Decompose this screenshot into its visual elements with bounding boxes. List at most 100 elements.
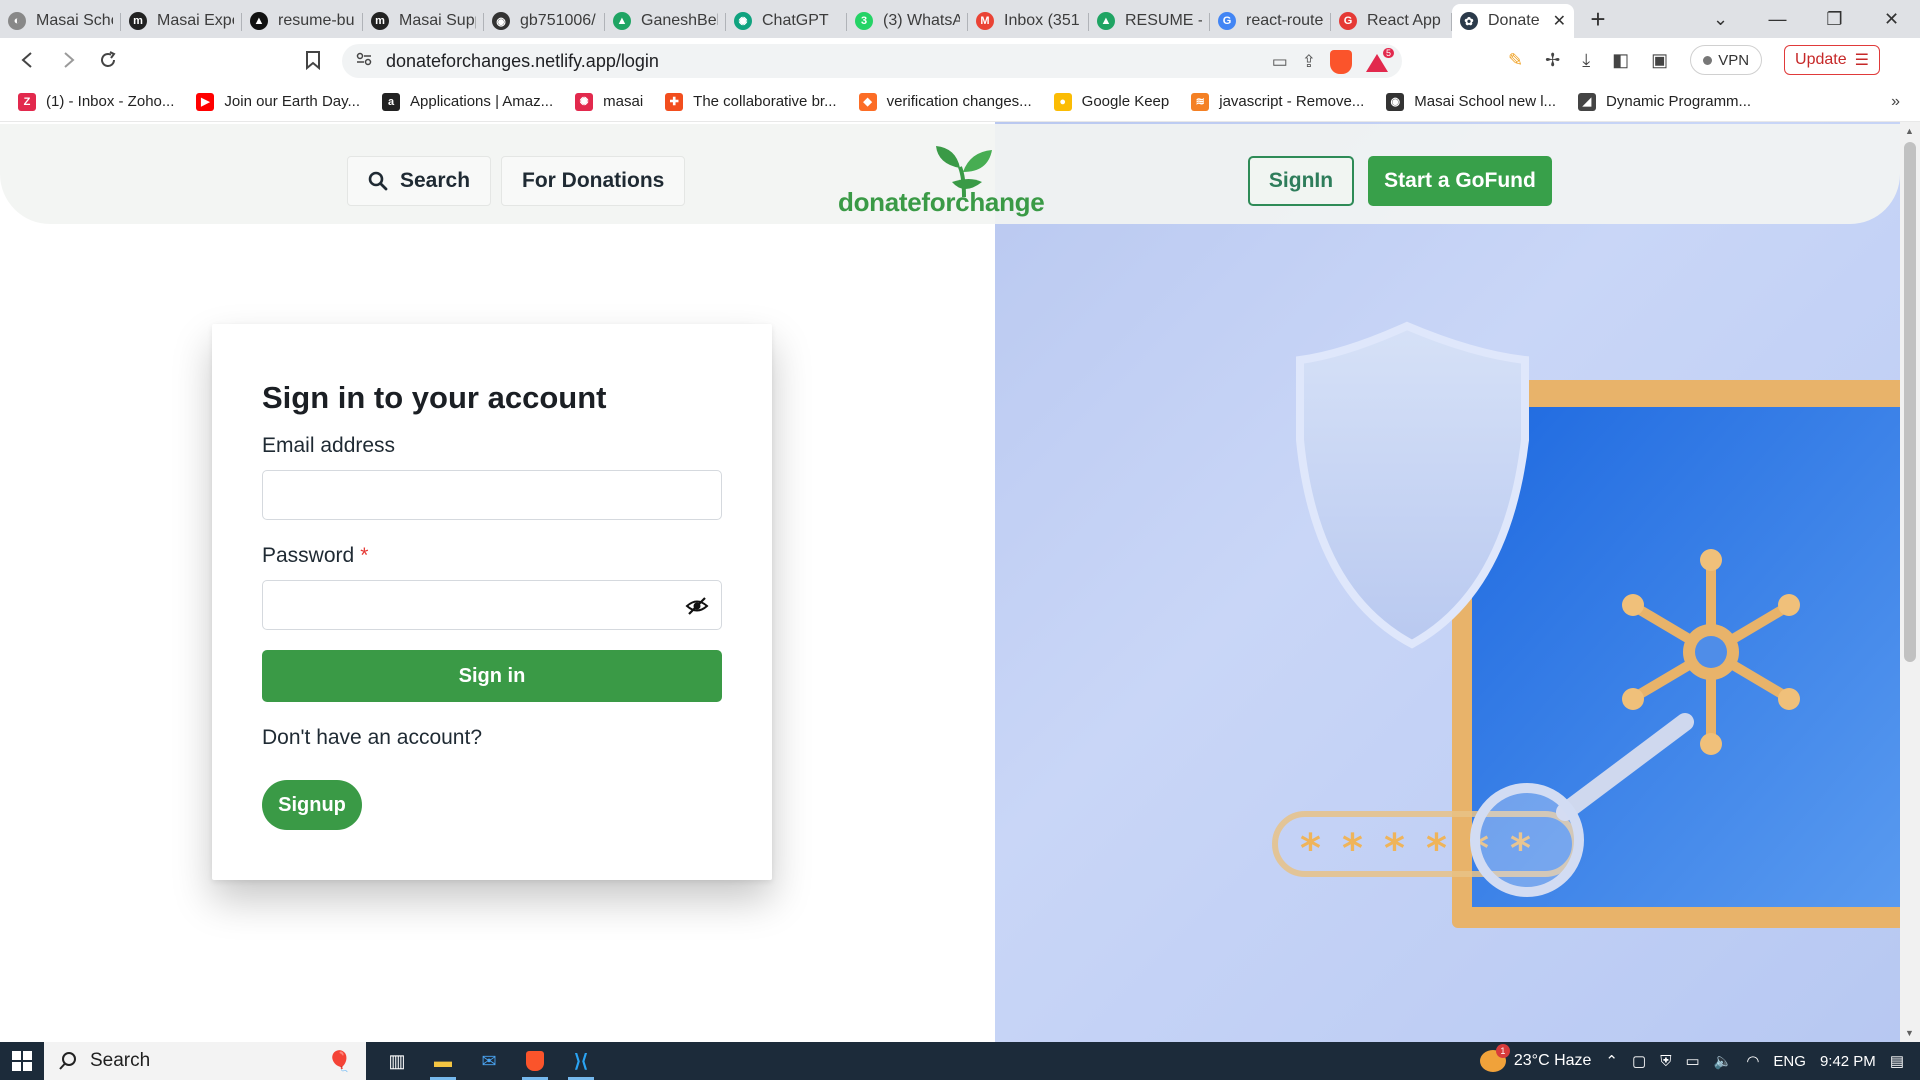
browser-tab[interactable]: 3 (3) WhatsA xyxy=(847,6,968,36)
password-label: Password xyxy=(262,544,355,567)
tab-favicon-icon: M xyxy=(976,12,994,30)
weather-widget[interactable]: 1 23°C Haze xyxy=(1479,1044,1591,1072)
browser-tab[interactable]: ▲ RESUME - ( xyxy=(1089,6,1210,36)
bookmark-favicon-icon: ≋ xyxy=(1191,92,1210,111)
toggle-password-visibility-icon[interactable] xyxy=(685,594,709,618)
browser-tab[interactable]: ✺ ChatGPT xyxy=(726,6,847,36)
omnibox-icons: ▭ ⇪ 5 xyxy=(1272,48,1394,74)
browser-tab[interactable]: ◐ Masai Scho xyxy=(0,6,121,36)
close-window-icon[interactable]: ✕ xyxy=(1863,9,1920,30)
tab-favicon-icon: 3 xyxy=(855,12,873,30)
site-settings-icon[interactable] xyxy=(356,51,372,72)
wallet-icon[interactable]: ▣ xyxy=(1651,50,1668,71)
tray-chevron-up-icon[interactable]: ⌃ xyxy=(1605,1052,1618,1070)
vpn-button[interactable]: VPN xyxy=(1690,45,1763,75)
update-button[interactable]: Update ☰ xyxy=(1784,45,1880,75)
download-icon[interactable]: ⤓ xyxy=(1582,50,1590,71)
bookmark-item[interactable]: ✺ masai xyxy=(575,92,644,111)
browser-tab[interactable]: G React App xyxy=(1331,6,1452,36)
scroll-thumb[interactable] xyxy=(1904,142,1916,662)
bookmark-item[interactable]: ◉ Masai School new l... xyxy=(1386,92,1556,111)
for-donations-button[interactable]: For Donations xyxy=(501,156,686,206)
browser-tab[interactable]: ▲ resume-bu xyxy=(242,6,363,36)
bookmark-favicon-icon: ◉ xyxy=(1386,92,1405,111)
site-logo[interactable]: donateforchange xyxy=(838,142,1048,222)
address-bar[interactable]: donateforchanges.netlify.app/login ▭ ⇪ 5 xyxy=(342,44,1402,78)
brave-taskbar-icon[interactable] xyxy=(512,1042,558,1080)
share-icon[interactable]: ⇪ xyxy=(1302,52,1316,72)
bookmark-item[interactable]: ✚ The collaborative br... xyxy=(665,92,837,111)
brave-rewards-icon[interactable]: 5 xyxy=(1366,48,1394,72)
volume-icon[interactable]: 🔈 xyxy=(1714,1052,1733,1070)
navbar-signin-button[interactable]: SignIn xyxy=(1248,156,1354,206)
email-field[interactable] xyxy=(262,470,722,520)
back-icon[interactable] xyxy=(8,40,48,80)
brave-shields-icon[interactable] xyxy=(1330,50,1352,74)
bookmark-favicon-icon: ◢ xyxy=(1578,92,1597,111)
tab-favicon-icon: ◉ xyxy=(492,12,510,30)
extensions-icon[interactable]: ✢ xyxy=(1545,50,1560,71)
browser-toolbar: donateforchanges.netlify.app/login ▭ ⇪ 5… xyxy=(0,38,1920,82)
password-field[interactable] xyxy=(262,580,722,630)
bookmark-icon[interactable] xyxy=(293,40,333,80)
mail-icon[interactable]: ✉ xyxy=(466,1042,512,1080)
bookmark-label: Google Keep xyxy=(1081,93,1170,110)
tab-favicon-icon: ▲ xyxy=(250,12,268,30)
start-gofund-button[interactable]: Start a GoFund xyxy=(1368,156,1552,206)
battery-icon[interactable]: ▭ xyxy=(1685,1052,1699,1070)
windows-start-button[interactable] xyxy=(0,1042,44,1080)
minimize-icon[interactable]: — xyxy=(1749,9,1806,30)
browser-tab[interactable]: Greact-route xyxy=(1210,6,1331,36)
task-view-icon[interactable]: ▥ xyxy=(374,1042,420,1080)
new-tab-button[interactable]: + xyxy=(1580,4,1616,34)
signup-button[interactable]: Signup xyxy=(262,780,362,830)
bookmark-item[interactable]: ● Google Keep xyxy=(1053,92,1170,111)
search-button[interactable]: Search xyxy=(347,156,492,206)
wifi-icon[interactable]: ◠ xyxy=(1746,1052,1759,1070)
page-scrollbar[interactable]: ▲ ▼ xyxy=(1900,122,1920,1042)
forward-icon[interactable] xyxy=(48,40,88,80)
bookmark-item[interactable]: ≋ javascript - Remove... xyxy=(1191,92,1364,111)
tab-donate-active[interactable]: ✿ Donate ✕ xyxy=(1452,4,1574,38)
pencil-icon[interactable]: ✎ xyxy=(1508,50,1523,71)
email-label: Email address xyxy=(262,434,396,457)
vscode-taskbar-icon[interactable]: ⟩⟨ xyxy=(558,1042,604,1080)
bookmark-item[interactable]: ◢ Dynamic Programm... xyxy=(1578,92,1751,111)
taskbar-search-box[interactable]: Search 🎈 xyxy=(44,1042,366,1080)
language-indicator[interactable]: ENG xyxy=(1773,1053,1806,1070)
bookmark-item[interactable]: a Applications | Amaz... xyxy=(382,92,553,111)
scroll-up-icon[interactable]: ▲ xyxy=(1905,126,1914,136)
bookmark-label: masai xyxy=(603,93,644,110)
browser-tab[interactable]: M Inbox (351 xyxy=(968,6,1089,36)
sidebar-icon[interactable]: ◧ xyxy=(1612,50,1629,71)
browser-tab[interactable]: m Masai Expe xyxy=(121,6,242,36)
tab-favicon-icon: ▲ xyxy=(613,12,631,30)
update-label: Update xyxy=(1795,51,1847,68)
close-tab-icon[interactable]: ✕ xyxy=(1547,11,1566,31)
restore-icon[interactable]: ❐ xyxy=(1806,9,1863,30)
browser-tab[interactable]: m Masai Supp xyxy=(363,6,484,36)
meet-now-icon[interactable]: ▢ xyxy=(1632,1052,1646,1070)
tab-label: gb751006/ xyxy=(520,12,596,29)
cast-icon[interactable]: ▭ xyxy=(1272,52,1288,72)
file-explorer-icon[interactable]: ▬ xyxy=(420,1042,466,1080)
security-icon[interactable]: ⛨ xyxy=(1660,1053,1671,1070)
bookmark-item[interactable]: ▶ Join our Earth Day... xyxy=(196,92,360,111)
notifications-icon[interactable]: ▤ xyxy=(1890,1052,1904,1070)
tab-search-chevron-icon[interactable]: ⌄ xyxy=(1692,9,1749,30)
clock[interactable]: 9:42 PM xyxy=(1820,1053,1876,1070)
sign-in-submit-button[interactable]: Sign in xyxy=(262,650,722,702)
bookmark-item[interactable]: ◆ verification changes... xyxy=(858,92,1032,111)
browser-tab[interactable]: ◉ gb751006/ xyxy=(484,6,605,36)
tab-label: GaneshBeh xyxy=(641,12,718,29)
vpn-status-dot xyxy=(1703,55,1713,65)
browser-tab[interactable]: ▲ GaneshBeh xyxy=(605,6,726,36)
reload-icon[interactable] xyxy=(88,40,128,80)
tab-label: Masai Supp xyxy=(399,12,476,29)
scroll-down-icon[interactable]: ▼ xyxy=(1905,1028,1914,1038)
bookmark-item[interactable]: Z (1) - Inbox - Zoho... xyxy=(18,92,174,111)
bookmarks-overflow-icon[interactable]: » xyxy=(1891,93,1900,111)
vpn-label: VPN xyxy=(1718,51,1750,69)
bookmarks-bar: Z (1) - Inbox - Zoho... ▶ Join our Earth Da… xyxy=(0,82,1920,122)
required-asterisk: * xyxy=(360,544,369,567)
